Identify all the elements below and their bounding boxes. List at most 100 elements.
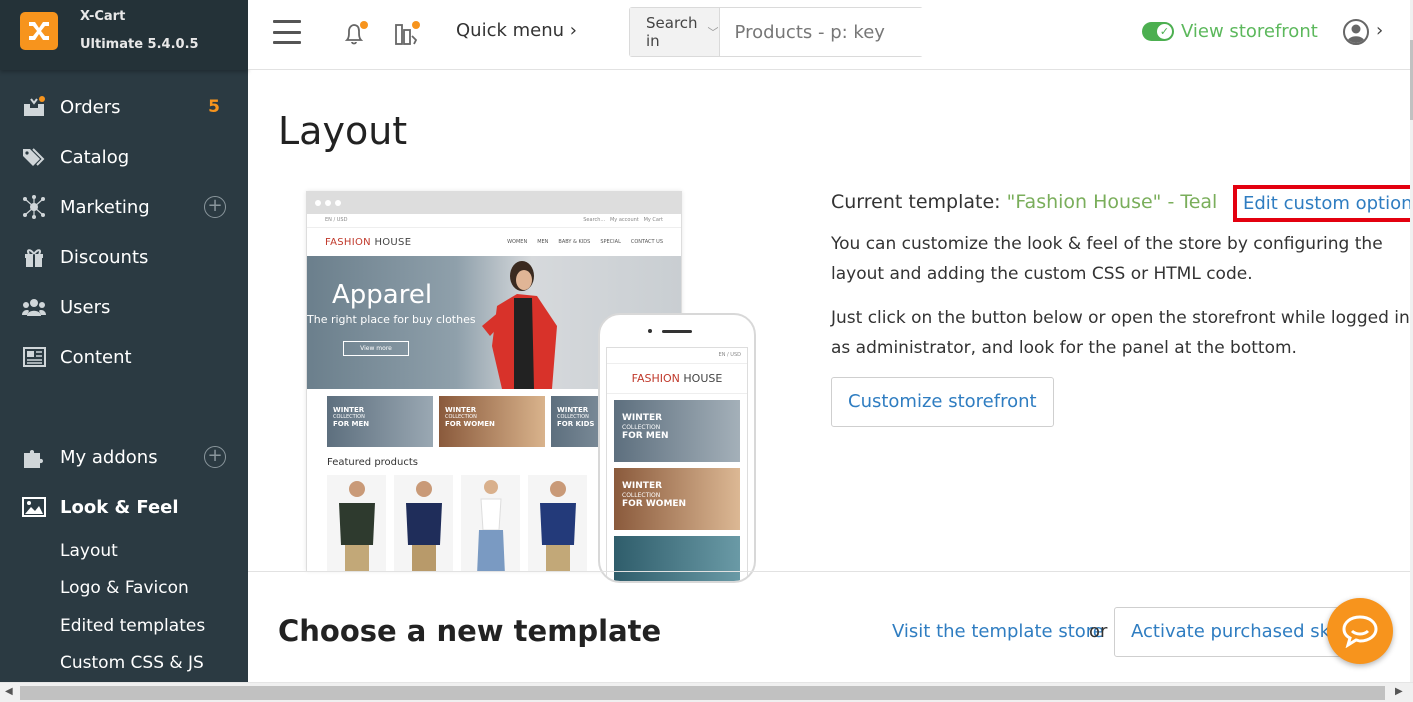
puzzle-icon	[22, 445, 46, 469]
newspaper-icon	[22, 345, 46, 369]
brand-name: X-Cart	[80, 9, 126, 24]
tile-line: WINTER	[622, 413, 663, 423]
sidebar: X-Cart Ultimate 5.4.0.5 Orders 5 Catalog…	[0, 0, 248, 682]
tile-line: WINTER	[622, 481, 663, 491]
preview-product	[461, 475, 520, 571]
add-addon-icon[interactable]: +	[204, 446, 226, 468]
search-in-dropdown[interactable]: Search in ﹀	[630, 8, 720, 56]
orders-icon	[22, 95, 46, 119]
template-preview-image: EN / USD Search... My account My Cart FA…	[306, 191, 756, 583]
scroll-left-icon[interactable]: ◀	[5, 686, 13, 697]
visit-template-store-link[interactable]: Visit the template store	[892, 621, 1104, 642]
sidebar-item-label: Content	[60, 346, 132, 368]
preview-tile-women: WINTER COLLECTION FOR WOMEN	[439, 396, 545, 447]
customize-storefront-button[interactable]: Customize storefront	[831, 377, 1054, 427]
search-input[interactable]	[719, 8, 960, 56]
sidebar-item-label: Catalog	[60, 146, 130, 168]
sidebar-item-label: My addons	[60, 446, 158, 468]
sidebar-item-content[interactable]: Content	[0, 332, 248, 382]
sidebar-item-look-feel[interactable]: Look & Feel	[0, 482, 248, 532]
tile-line: WINTER	[445, 406, 477, 414]
preview-logo: FASHION HOUSE	[325, 237, 411, 248]
gift-icon	[22, 245, 46, 269]
view-storefront-link[interactable]: View storefront	[1181, 21, 1318, 42]
phone-tile-third	[614, 536, 740, 581]
sidebar-subitem-logo-favicon[interactable]: Logo & Favicon	[0, 570, 248, 608]
phone-topbar: EN / USD	[607, 348, 747, 364]
storefront-toggle[interactable]: ✓	[1142, 22, 1174, 41]
main-content: Layout EN / USD Search... My account My …	[248, 71, 1410, 682]
tags-icon	[22, 145, 46, 169]
preview-logo-word1: FASHION	[325, 236, 371, 248]
chevron-right-icon[interactable]: ›	[1376, 20, 1383, 41]
preview-search: Search...	[583, 217, 606, 223]
user-avatar-icon[interactable]	[1343, 19, 1369, 45]
bell-icon[interactable]	[340, 18, 370, 48]
search-bar: Search in ﹀	[629, 7, 960, 57]
preview-nav-link: CONTACT US	[630, 239, 663, 245]
sidebar-item-users[interactable]: Users	[0, 282, 248, 332]
description-paragraph: You can customize the look & feel of the…	[831, 234, 1383, 284]
model-figure-icon	[482, 261, 557, 389]
sidebar-item-orders[interactable]: Orders 5	[0, 82, 248, 132]
hamburger-menu-icon[interactable]	[273, 20, 301, 44]
preview-product	[394, 475, 453, 571]
edit-custom-options-link[interactable]: Edit custom options	[1233, 185, 1410, 222]
horizontal-scrollbar[interactable]: ◀ ▶	[0, 682, 1413, 702]
quick-menu-button[interactable]: Quick menu ›	[456, 20, 577, 41]
preview-hero-subtitle: The right place for buy clothes	[307, 313, 476, 326]
tile-line: FOR MEN	[622, 431, 669, 441]
sidebar-item-label: Users	[60, 296, 111, 318]
preview-nav-links: WOMEN MEN BABY & KIDS SPECIAL CONTACT US	[507, 239, 663, 245]
or-text: or	[1089, 621, 1108, 642]
preview-topbar-right: Search... My account My Cart	[583, 217, 663, 224]
page-title: Layout	[278, 109, 408, 153]
tasks-icon[interactable]	[392, 18, 422, 48]
preview-product	[327, 475, 386, 571]
tile-line: WINTER	[333, 406, 365, 414]
preview-topbar: EN / USD Search... My account My Cart	[307, 214, 681, 228]
brand: X-Cart Ultimate 5.4.0.5	[0, 0, 248, 70]
top-header: Quick menu › Search in ﹀ ✓ View storefro…	[248, 0, 1413, 70]
sidebar-subitem-layout[interactable]: Layout	[0, 532, 248, 570]
phone-logo-word1: FASHION	[631, 372, 680, 385]
tile-line: FOR WOMEN	[445, 420, 495, 428]
preview-nav-link: WOMEN	[507, 239, 528, 245]
sidebar-item-marketing[interactable]: Marketing +	[0, 182, 248, 232]
check-icon: ✓	[1157, 24, 1172, 39]
preview-product	[528, 475, 587, 571]
sidebar-item-my-addons[interactable]: My addons +	[0, 432, 248, 482]
preview-cart: My Cart	[643, 217, 663, 223]
add-marketing-icon[interactable]: +	[204, 196, 226, 218]
preview-nav: FASHION HOUSE WOMEN MEN BABY & KIDS SPEC…	[307, 228, 681, 256]
image-icon	[22, 495, 46, 519]
sidebar-item-discounts[interactable]: Discounts	[0, 232, 248, 282]
sidebar-subitem-custom-css-js[interactable]: Custom CSS & JS	[0, 645, 248, 683]
xcart-logo-icon[interactable]	[20, 12, 58, 50]
horizontal-scroll-thumb[interactable]	[20, 686, 1385, 700]
preview-nav-link: BABY & KIDS	[558, 239, 591, 245]
scroll-right-icon[interactable]: ▶	[1395, 686, 1403, 697]
network-icon	[22, 195, 46, 219]
preview-nav-link: SPECIAL	[600, 239, 621, 245]
preview-locale: EN / USD	[325, 217, 348, 223]
browser-bar	[307, 192, 681, 214]
orders-count-badge: 5	[208, 97, 220, 117]
sidebar-item-catalog[interactable]: Catalog	[0, 132, 248, 182]
tile-line: FOR MEN	[333, 420, 370, 428]
current-template-name: "Fashion House" - Teal	[1006, 191, 1218, 213]
choose-template-heading: Choose a new template	[278, 614, 662, 648]
sidebar-subitem-edited-templates[interactable]: Edited templates	[0, 607, 248, 645]
preview-hero-title: Apparel	[332, 280, 433, 310]
chat-bubble-icon[interactable]	[1327, 598, 1393, 664]
brand-edition: Ultimate 5.4.0.5	[80, 37, 199, 52]
phone-screen: EN / USD FASHION HOUSE WINTER COLLECTION…	[606, 347, 748, 581]
preview-logo-word2: HOUSE	[374, 236, 412, 248]
section-divider	[248, 571, 1410, 572]
search-in-label: Search in	[646, 14, 698, 50]
template-info: Current template: "Fashion House" - Teal…	[831, 185, 1410, 427]
preview-hero-button: View more	[343, 341, 409, 356]
phone-tile-women: WINTER COLLECTION FOR WOMEN	[614, 468, 740, 530]
preview-tile-men: WINTER COLLECTION FOR MEN	[327, 396, 433, 447]
sidebar-item-label: Look & Feel	[60, 496, 179, 518]
